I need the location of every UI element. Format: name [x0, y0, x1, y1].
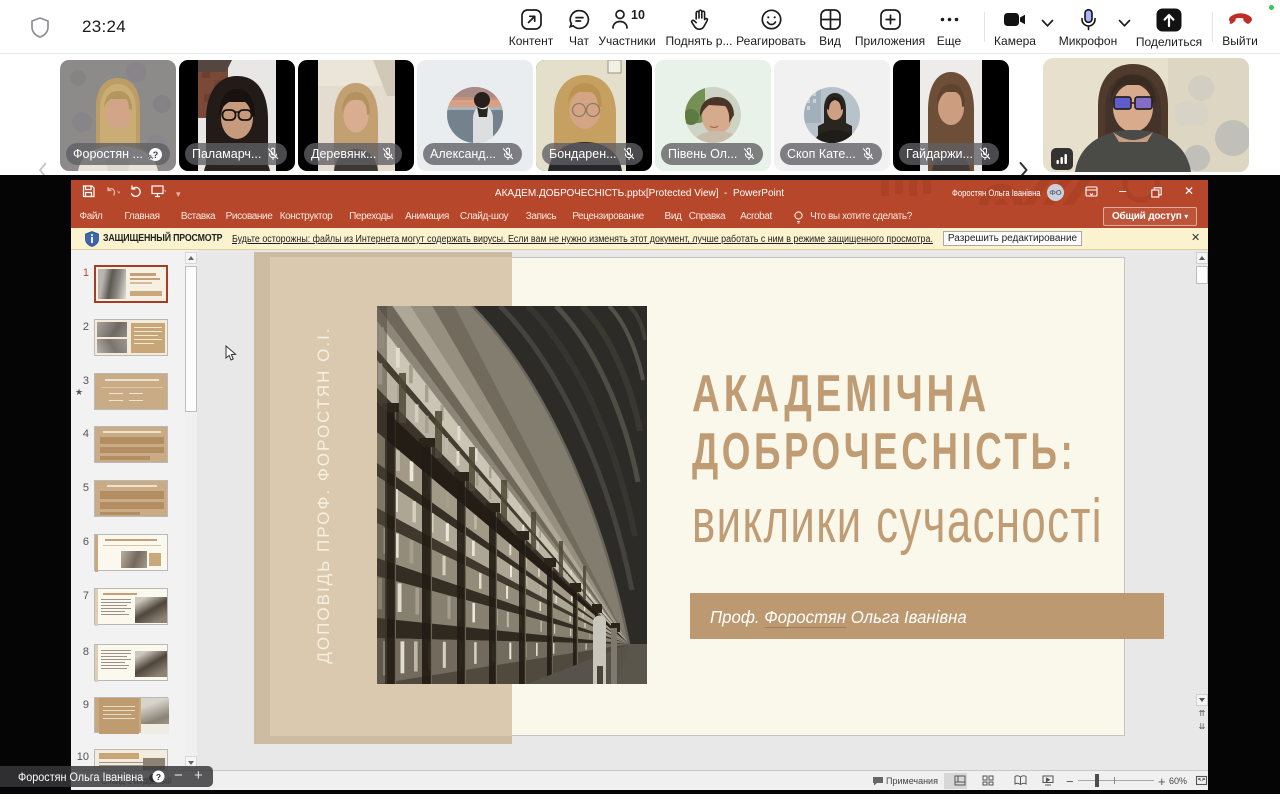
svg-text:10: 10 [631, 8, 645, 22]
svg-text:?: ? [156, 772, 161, 782]
svg-text:?: ? [153, 150, 159, 160]
